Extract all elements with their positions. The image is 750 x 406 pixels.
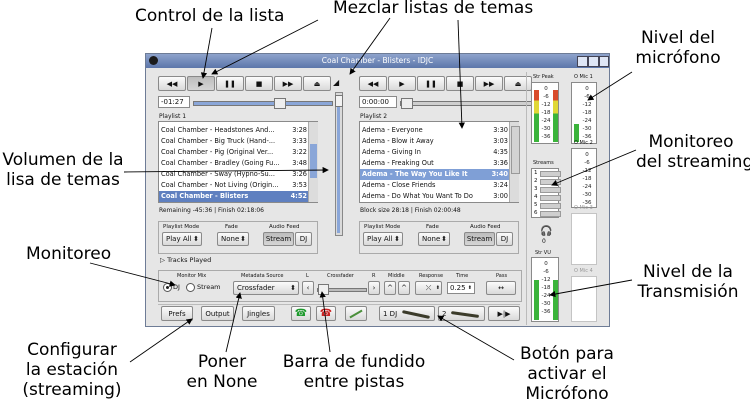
arrow-control-lista	[200, 27, 213, 79]
arrow-mezclar-3	[457, 19, 465, 129]
arrow-mezclar-2	[211, 19, 319, 75]
arrow-nivel-microfono	[587, 71, 633, 101]
arrow-boton-microfono	[437, 315, 515, 361]
arrow-configurar	[129, 318, 193, 363]
arrow-poner-none	[225, 292, 242, 353]
arrow-barra-fundido	[319, 291, 331, 353]
arrow-nivel-transmision	[549, 279, 633, 298]
arrow-monitoreo	[89, 262, 176, 287]
arrow-mezclar-1	[349, 17, 391, 75]
arrow-volumen	[123, 166, 329, 174]
callout-arrows	[89, 17, 637, 363]
arrow-monitoreo-streaming	[551, 149, 637, 186]
